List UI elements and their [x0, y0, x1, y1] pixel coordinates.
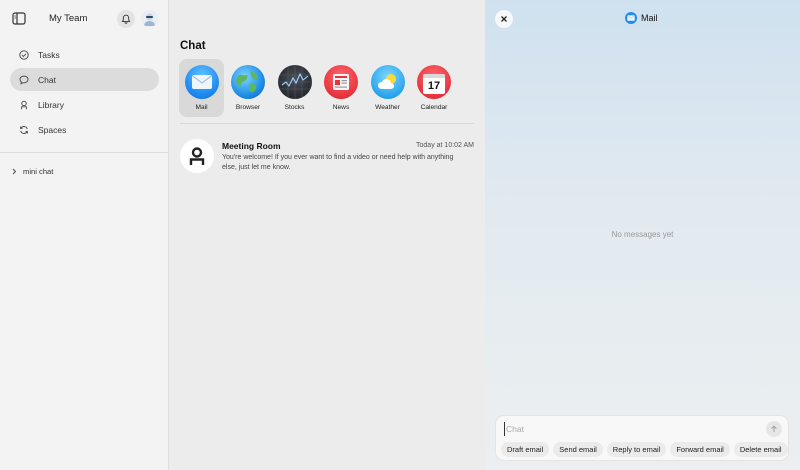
app-label: News	[332, 104, 350, 111]
app-label: Mail	[195, 104, 208, 111]
chip-reply-to-email[interactable]: Reply to email	[606, 442, 667, 457]
panel-title-text: Mail	[641, 13, 658, 23]
person-icon	[21, 100, 27, 110]
sidebar-item-label: Library	[38, 100, 64, 111]
conversation-time: Today at 10:02 AM	[416, 142, 474, 149]
sidebar-nav: Tasks Chat Library Spaces	[10, 43, 159, 144]
chip-send-email[interactable]: Send email	[553, 442, 603, 457]
app-stocks[interactable]: Stocks	[272, 59, 317, 117]
list-divider	[180, 123, 474, 124]
app-label: Weather	[375, 104, 400, 111]
mini-chat-toggle[interactable]: mini chat	[12, 167, 53, 176]
sidebar-item-label: Tasks	[38, 49, 60, 60]
sidebar-item-spaces[interactable]: Spaces	[10, 119, 159, 142]
app-calendar[interactable]: 17 Calendar	[412, 59, 457, 117]
chat-panel: Mail No messages yet Draft email Send em…	[485, 0, 800, 470]
mini-chat-label: mini chat	[23, 167, 54, 176]
arrow-up-icon	[771, 425, 777, 432]
weather-icon	[370, 65, 405, 99]
chip-draft-email[interactable]: Draft email	[501, 442, 550, 457]
team-title[interactable]: My Team	[49, 13, 87, 24]
app-news[interactable]: News	[319, 59, 364, 117]
calendar-icon: 17	[417, 65, 451, 99]
sidebar-item-label: Chat	[38, 74, 56, 85]
globe-icon	[231, 65, 265, 99]
sidebar: My Team Tasks Chat Library Spaces mini c…	[0, 0, 169, 470]
app-weather[interactable]: Weather	[365, 59, 410, 117]
page-title: Chat	[180, 40, 206, 52]
chat-input[interactable]	[504, 422, 764, 436]
chat-bubble-icon	[19, 75, 29, 85]
list-item[interactable]: Meeting Room Today at 10:02 AM You're we…	[180, 139, 474, 177]
app-label: Stocks	[284, 104, 305, 111]
chip-delete-email[interactable]: Delete email	[733, 442, 788, 457]
avatar[interactable]	[141, 10, 158, 27]
composer: Draft email Send email Reply to email Fo…	[495, 415, 789, 461]
sidebar-toggle-icon[interactable]	[12, 12, 26, 25]
suggestion-chips: Draft email Send email Reply to email Fo…	[501, 442, 788, 457]
app-mail[interactable]: Mail	[179, 59, 224, 117]
conversation-preview: You're welcome! If you ever want to find…	[222, 154, 454, 171]
close-button[interactable]	[495, 10, 513, 28]
chat-list: Chat Mail Browser Stocks News Weather 17…	[170, 0, 484, 470]
person-icon	[180, 139, 214, 173]
sidebar-header: My Team	[0, 0, 169, 38]
sidebar-item-chat[interactable]: Chat	[10, 68, 159, 92]
app-label: Browser	[235, 104, 261, 111]
bell-icon[interactable]	[117, 10, 135, 28]
calendar-day: 17	[427, 80, 441, 92]
mail-icon	[184, 65, 219, 99]
panel-title: Mail	[625, 12, 658, 24]
sidebar-divider	[0, 152, 169, 153]
stocks-icon	[277, 65, 312, 99]
chevron-right-icon	[12, 168, 17, 175]
news-icon	[324, 65, 358, 99]
sidebar-item-label: Spaces	[38, 125, 67, 136]
check-circle-icon	[19, 49, 29, 60]
mail-icon	[625, 12, 637, 24]
empty-state: No messages yet	[611, 230, 674, 239]
chip-forward-email[interactable]: Forward email	[670, 442, 730, 457]
sidebar-item-tasks[interactable]: Tasks	[10, 43, 159, 66]
close-icon	[501, 16, 507, 22]
app-browser[interactable]: Browser	[226, 59, 271, 117]
app-label: Calendar	[420, 104, 448, 111]
refresh-icon	[20, 126, 28, 135]
sidebar-item-library[interactable]: Library	[10, 94, 159, 117]
app-shortcuts: Mail Browser Stocks News Weather 17 Cale…	[179, 59, 458, 117]
conversation-name: Meeting Room	[222, 141, 281, 151]
send-button[interactable]	[766, 421, 782, 437]
